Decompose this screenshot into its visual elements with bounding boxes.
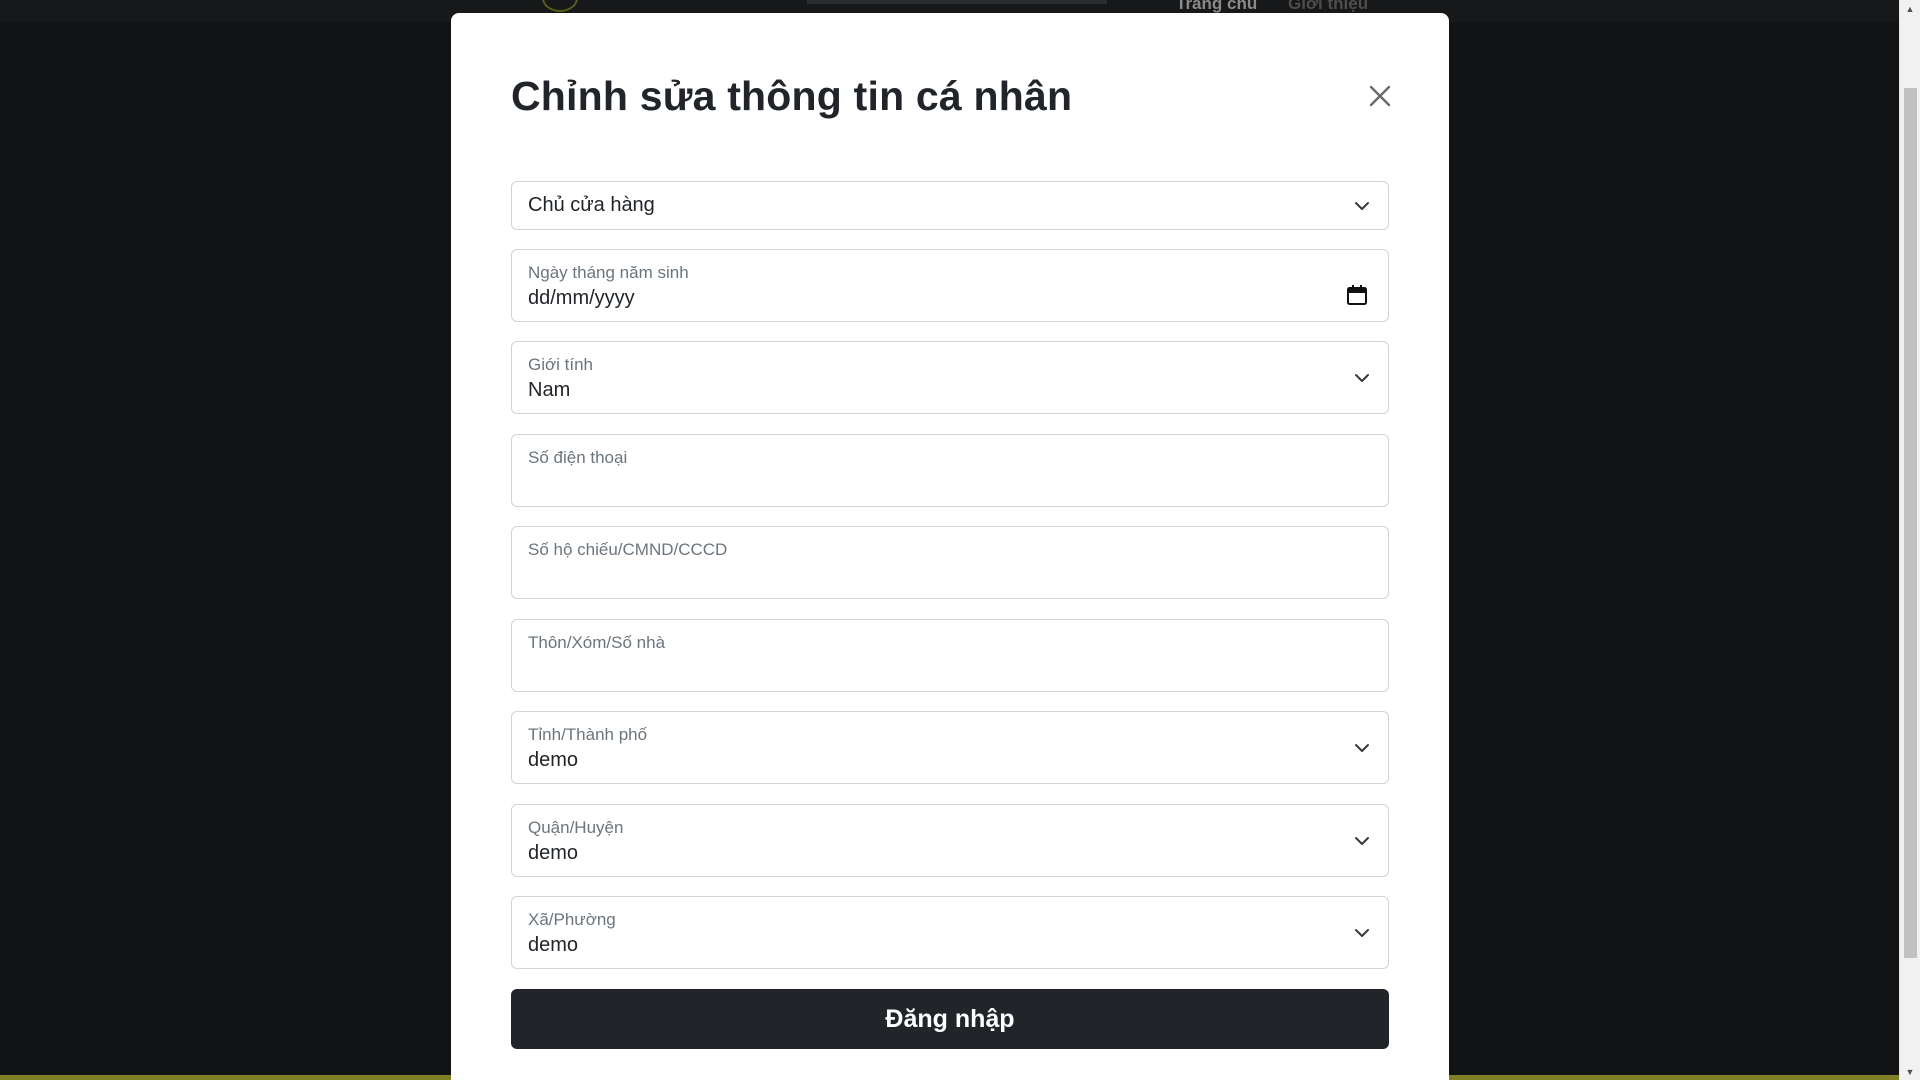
district-select[interactable]: Quận/Huyện demo <box>511 804 1389 877</box>
province-label: Tỉnh/Thành phố <box>528 725 648 744</box>
nav-link-about: Giới thiệu <box>1288 0 1369 13</box>
ward-label: Xã/Phường <box>528 910 616 929</box>
scrollbar-thumb[interactable] <box>1904 88 1917 958</box>
chevron-down-icon <box>1355 201 1369 210</box>
gender-label: Giới tính <box>528 355 594 374</box>
birthdate-placeholder: dd/mm/yyyy <box>528 287 635 309</box>
role-select-value: Chủ cửa hàng <box>528 194 655 216</box>
close-icon <box>1369 85 1391 107</box>
ward-select[interactable]: Xã/Phường demo <box>511 896 1389 969</box>
address-label: Thôn/Xóm/Số nhà <box>528 633 666 652</box>
birthdate-label: Ngày tháng năm sinh <box>528 263 689 282</box>
navbar-search-bar <box>807 0 1107 4</box>
logo-icon <box>542 0 578 12</box>
id-number-label: Số hộ chiếu/CMND/CCCD <box>528 540 728 559</box>
nav-link-home: Trang chủ <box>1176 0 1258 13</box>
district-label: Quận/Huyện <box>528 818 624 837</box>
edit-profile-modal: Chỉnh sửa thông tin cá nhân Chủ cửa hàng… <box>451 13 1449 1080</box>
submit-button[interactable]: Đăng nhập <box>511 989 1389 1049</box>
chevron-down-icon <box>1355 836 1369 845</box>
scroll-down-arrow-icon[interactable]: ▼ <box>1900 1063 1920 1080</box>
phone-field[interactable]: Số điện thoại <box>511 434 1389 507</box>
role-select[interactable]: Chủ cửa hàng <box>511 181 1389 230</box>
gender-select[interactable]: Giới tính Nam <box>511 341 1389 414</box>
district-value: demo <box>528 842 579 864</box>
gender-value: Nam <box>528 379 571 401</box>
phone-label: Số điện thoại <box>528 448 628 467</box>
page-scrollbar[interactable]: ▲ ▼ <box>1899 0 1920 1080</box>
birthdate-field[interactable]: Ngày tháng năm sinh dd/mm/yyyy <box>511 249 1389 322</box>
province-select[interactable]: Tỉnh/Thành phố demo <box>511 711 1389 784</box>
close-button[interactable] <box>1365 81 1395 111</box>
address-field[interactable]: Thôn/Xóm/Số nhà <box>511 619 1389 692</box>
chevron-down-icon <box>1355 928 1369 937</box>
chevron-down-icon <box>1355 743 1369 752</box>
ward-value: demo <box>528 934 579 956</box>
calendar-icon[interactable] <box>1346 284 1368 306</box>
modal-title: Chỉnh sửa thông tin cá nhân <box>511 73 1073 119</box>
scroll-up-arrow-icon[interactable]: ▲ <box>1900 0 1920 17</box>
chevron-down-icon <box>1355 373 1369 382</box>
id-number-field[interactable]: Số hộ chiếu/CMND/CCCD <box>511 526 1389 599</box>
province-value: demo <box>528 749 579 771</box>
